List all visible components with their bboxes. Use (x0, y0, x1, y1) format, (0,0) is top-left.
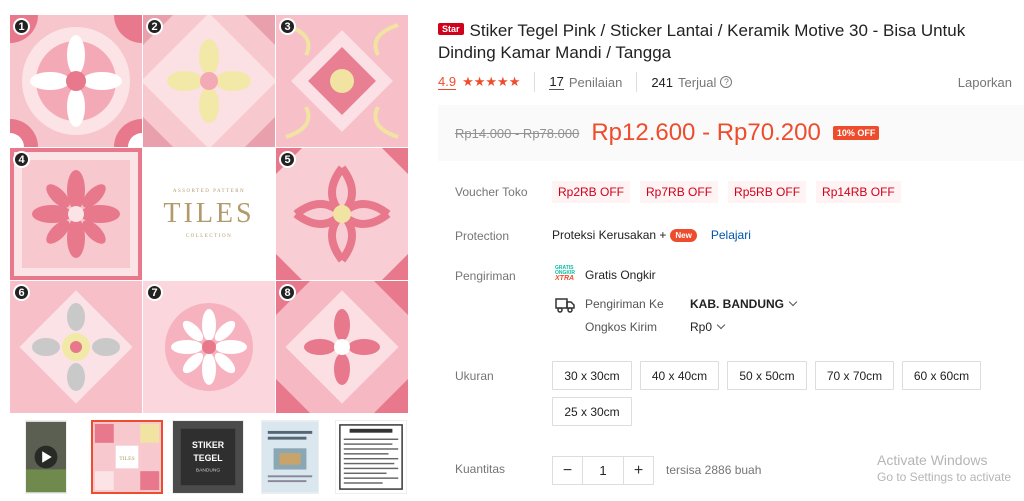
voucher-label: Voucher Toko (455, 185, 528, 199)
thumbnail-application-guide[interactable] (261, 420, 319, 494)
tile-pattern-8: 8 (276, 281, 408, 413)
new-badge: New (670, 228, 697, 242)
thumb-tiles-text: TILES (119, 456, 134, 462)
size-option[interactable]: 25 x 30cm (552, 397, 632, 426)
tile-pattern-1: 1 (10, 15, 142, 147)
product-image-gallery[interactable]: 1 2 3 4 ASSORTED PATTERN TILES COLLECTIO… (10, 15, 408, 413)
thumb-bandung-text: BANDUNG (196, 468, 221, 474)
size-option[interactable]: 70 x 70cm (815, 361, 894, 390)
size-label: Ukuran (455, 369, 494, 383)
cover-subtitle-bottom: COLLECTION (185, 234, 233, 239)
size-option[interactable]: 30 x 30cm (552, 361, 632, 390)
chevron-down-icon (716, 320, 726, 330)
reviews-count[interactable]: 17 (549, 74, 564, 90)
thumbnail-stiker-tegel[interactable]: STIKER TEGEL BANDUNG (172, 420, 244, 494)
protection-row: Proteksi Kerusakan + New Pelajari (552, 228, 751, 242)
divider (636, 72, 638, 92)
voucher-item[interactable]: Rp14RB OFF (816, 181, 901, 203)
quantity-stepper: − 1 + (552, 456, 654, 485)
xtra-logo-bottom: XTRA (555, 275, 575, 282)
sold-count: 241 (651, 74, 674, 90)
tile-number-6: 6 (13, 284, 30, 301)
protection-label: Protection (455, 229, 510, 243)
star-seller-badge: Star (438, 23, 464, 35)
watermark-subtitle: Go to Settings to activate (877, 470, 1012, 484)
tile-number-1: 1 (13, 18, 30, 35)
sold-label: Terjual (678, 74, 717, 90)
ship-to-value: KAB. BANDUNG (690, 297, 784, 311)
tiles-collection-cover: ASSORTED PATTERN TILES COLLECTION (143, 148, 275, 280)
rating-row: 4.9 ★★★★★ 17 Penilaian 241 Terjual ? Lap… (438, 72, 1018, 92)
tile-pattern-2: 2 (143, 15, 275, 147)
voucher-item[interactable]: Rp2RB OFF (552, 181, 631, 203)
star-rating-icon: ★★★★★ (462, 74, 521, 89)
tile-number-7: 7 (146, 284, 163, 301)
tile-pattern-4: 4 (10, 148, 142, 280)
activate-windows-watermark: Activate Windows Go to Settings to activ… (877, 452, 1011, 484)
cover-title: TILES (163, 198, 255, 229)
tile-pattern-7: 7 (143, 281, 275, 413)
thumb-stiker-text: STIKER (192, 440, 225, 450)
product-title-row: Star Stiker Tegel Pink / Sticker Lantai /… (438, 20, 1018, 64)
free-shipping-text: Gratis Ongkir (585, 268, 656, 282)
chevron-down-icon (788, 297, 798, 307)
tile-pattern-3: 3 (276, 15, 408, 147)
quantity-input[interactable]: 1 (582, 457, 624, 484)
size-option[interactable]: 50 x 50cm (727, 361, 807, 390)
quantity-increase-button[interactable]: + (624, 457, 653, 484)
ship-to-select[interactable]: KAB. BANDUNG (690, 297, 798, 311)
thumbnail-video[interactable] (25, 420, 67, 494)
reviews-label: Penilaian (568, 74, 623, 90)
discount-badge: 10% OFF (832, 126, 880, 140)
truck-icon (555, 297, 575, 318)
tile-pattern-5: 5 (276, 148, 408, 280)
voucher-item[interactable]: Rp5RB OFF (728, 181, 807, 203)
stock-remaining: tersisa 2886 buah (666, 463, 762, 477)
size-option[interactable]: 60 x 60cm (902, 361, 981, 390)
original-price: Rp14.000 - Rp78.000 (455, 125, 580, 141)
thumb-tegel-text: TEGEL (193, 453, 223, 463)
product-title-text: Stiker Tegel Pink / Sticker Lantai / Ker… (438, 21, 966, 62)
shipping-label: Pengiriman (455, 269, 516, 283)
tile-number-4: 4 (13, 151, 30, 168)
thumbnail-tiles-collection[interactable]: TILES (91, 420, 163, 494)
tile-number-8: 8 (279, 284, 296, 301)
rating-score[interactable]: 4.9 (438, 74, 457, 90)
help-circle-icon[interactable]: ? (720, 76, 733, 88)
divider (534, 72, 536, 92)
free-shipping-row: GRATIS ONGKIR XTRA Gratis Ongkir (555, 266, 656, 284)
product-title: Star Stiker Tegel Pink / Sticker Lantai /… (438, 21, 965, 62)
report-link[interactable]: Laporkan (958, 75, 1012, 90)
watermark-title: Activate Windows (877, 452, 988, 468)
shipping-cost-select[interactable]: Rp0 (690, 320, 726, 334)
learn-more-link[interactable]: Pelajari (711, 228, 751, 242)
thumbnail-strip: TILES STIKER TEGEL BANDUNG (25, 420, 410, 495)
current-price: Rp12.600 - Rp70.200 (591, 119, 821, 146)
protection-text: Proteksi Kerusakan + (552, 228, 667, 242)
free-shipping-xtra-icon: GRATIS ONGKIR XTRA (555, 266, 575, 284)
ship-to-label: Pengiriman Ke (585, 297, 664, 311)
quantity-label: Kuantitas (455, 462, 506, 476)
price-section: Rp14.000 - Rp78.000 Rp12.600 - Rp70.200 … (438, 105, 1024, 161)
cover-subtitle-top: ASSORTED PATTERN (172, 189, 246, 194)
size-option[interactable]: 40 x 40cm (640, 361, 719, 390)
shipping-cost-value: Rp0 (690, 320, 713, 334)
tile-number-2: 2 (146, 18, 163, 35)
tile-pattern-6: 6 (10, 281, 142, 413)
voucher-item[interactable]: Rp7RB OFF (640, 181, 719, 203)
quantity-decrease-button[interactable]: − (553, 457, 582, 484)
shipping-cost-label: Ongkos Kirim (585, 320, 658, 334)
tile-number-3: 3 (279, 18, 296, 35)
thumbnail-instructions[interactable] (335, 420, 407, 494)
tile-number-5: 5 (279, 151, 296, 168)
voucher-list: Rp2RB OFF Rp7RB OFF Rp5RB OFF Rp14RB OFF (552, 181, 901, 203)
